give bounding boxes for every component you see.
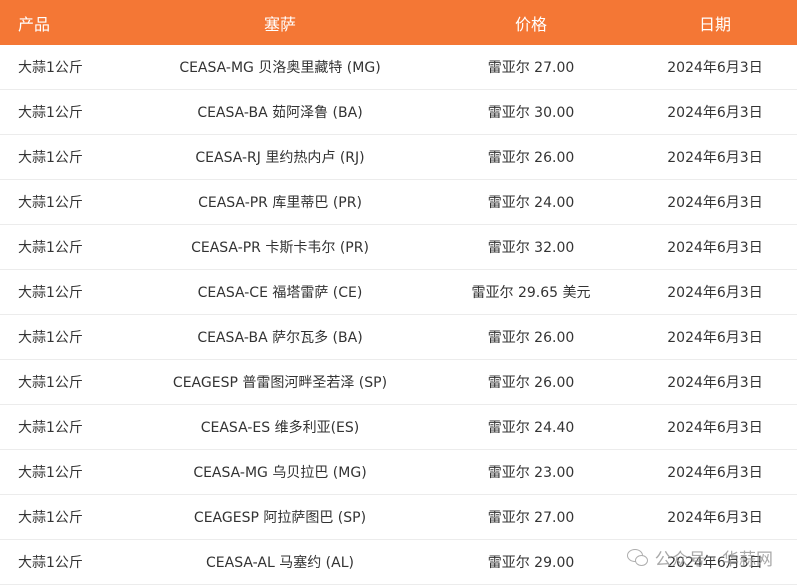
header-date: 日期 — [633, 0, 797, 45]
cell-price: 雷亚尔 26.00 — [429, 134, 633, 180]
watermark: 公众号 · 华蒜网 — [626, 545, 773, 570]
table-row: 大蒜1公斤 CEASA-BA 萨尔瓦多 (BA) 雷亚尔 26.00 2024年6月3… — [0, 314, 797, 360]
cell-product: 大蒜1公斤 — [0, 494, 131, 540]
table-row: 大蒜1公斤 CEAGESP 普雷图河畔圣若泽 (SP) 雷亚尔 26.00 2024年… — [0, 359, 797, 405]
header-row: 产品 塞萨 价格 日期 — [0, 0, 797, 45]
cell-product: 大蒜1公斤 — [0, 449, 131, 495]
cell-date: 2024年6月3日 — [633, 404, 797, 450]
table-row: 大蒜1公斤 CEASA-PR 库里蒂巴 (PR) 雷亚尔 24.00 2024年6月3… — [0, 179, 797, 225]
cell-ceasa: CEASA-BA 茹阿泽鲁 (BA) — [131, 89, 429, 135]
cell-ceasa: CEAGESP 普雷图河畔圣若泽 (SP) — [131, 359, 429, 405]
table-row: 大蒜1公斤 CEASA-MG 乌贝拉巴 (MG) 雷亚尔 23.00 2024年6月3… — [0, 449, 797, 495]
table-row: 大蒜1公斤 CEASA-MG 贝洛奥里藏特 (MG) 雷亚尔 27.00 2024年6… — [0, 45, 797, 90]
cell-price: 雷亚尔 24.40 — [429, 404, 633, 450]
header-product: 产品 — [0, 0, 131, 45]
cell-ceasa: CEASA-ES 维多利亚(ES) — [131, 404, 429, 450]
wechat-icon — [626, 548, 649, 567]
cell-price: 雷亚尔 26.00 — [429, 314, 633, 360]
cell-product: 大蒜1公斤 — [0, 314, 131, 360]
table-row: 大蒜1公斤 CEASA-RJ 里约热内卢 (RJ) 雷亚尔 26.00 2024年6月… — [0, 134, 797, 180]
cell-ceasa: CEASA-BA 萨尔瓦多 (BA) — [131, 314, 429, 360]
cell-product: 大蒜1公斤 — [0, 269, 131, 315]
cell-product: 大蒜1公斤 — [0, 179, 131, 225]
header-ceasa: 塞萨 — [131, 0, 429, 45]
cell-product: 大蒜1公斤 — [0, 359, 131, 405]
cell-date: 2024年6月3日 — [633, 134, 797, 180]
cell-ceasa: CEASA-CE 福塔雷萨 (CE) — [131, 269, 429, 315]
cell-date: 2024年6月3日 — [633, 269, 797, 315]
cell-ceasa: CEASA-AL 马塞约 (AL) — [131, 539, 429, 585]
cell-date: 2024年6月3日 — [633, 45, 797, 90]
cell-date: 2024年6月3日 — [633, 494, 797, 540]
cell-date: 2024年6月3日 — [633, 179, 797, 225]
watermark-text: 公众号 · 华蒜网 — [654, 550, 773, 570]
cell-price: 雷亚尔 32.00 — [429, 224, 633, 270]
cell-price: 雷亚尔 23.00 — [429, 449, 633, 495]
cell-price: 雷亚尔 24.00 — [429, 179, 633, 225]
cell-product: 大蒜1公斤 — [0, 539, 131, 585]
cell-date: 2024年6月3日 — [633, 224, 797, 270]
cell-product: 大蒜1公斤 — [0, 404, 131, 450]
cell-date: 2024年6月3日 — [633, 449, 797, 495]
cell-product: 大蒜1公斤 — [0, 89, 131, 135]
header-price: 价格 — [429, 0, 633, 45]
cell-price: 雷亚尔 27.00 — [429, 45, 633, 90]
table-row: 大蒜1公斤 CEASA-PR 卡斯卡韦尔 (PR) 雷亚尔 32.00 2024年6月… — [0, 224, 797, 270]
cell-ceasa: CEASA-PR 库里蒂巴 (PR) — [131, 179, 429, 225]
cell-ceasa: CEASA-RJ 里约热内卢 (RJ) — [131, 134, 429, 180]
price-table: 产品 塞萨 价格 日期 大蒜1公斤 CEASA-MG 贝洛奥里藏特 (MG) 雷亚尔… — [0, 0, 797, 585]
table-row: 大蒜1公斤 CEASA-BA 茹阿泽鲁 (BA) 雷亚尔 30.00 2024年6月3… — [0, 89, 797, 135]
cell-ceasa: CEASA-MG 乌贝拉巴 (MG) — [131, 449, 429, 495]
cell-date: 2024年6月3日 — [633, 314, 797, 360]
cell-ceasa: CEASA-PR 卡斯卡韦尔 (PR) — [131, 224, 429, 270]
table-row: 大蒜1公斤 CEASA-ES 维多利亚(ES) 雷亚尔 24.40 2024年6月3日 — [0, 404, 797, 450]
cell-price: 雷亚尔 26.00 — [429, 359, 633, 405]
cell-price: 雷亚尔 27.00 — [429, 494, 633, 540]
cell-price: 雷亚尔 29.00 — [429, 539, 633, 585]
cell-price: 雷亚尔 30.00 — [429, 89, 633, 135]
table-row: 大蒜1公斤 CEASA-CE 福塔雷萨 (CE) 雷亚尔 29.65 美元 2024年… — [0, 269, 797, 315]
cell-date: 2024年6月3日 — [633, 89, 797, 135]
cell-ceasa: CEASA-MG 贝洛奥里藏特 (MG) — [131, 45, 429, 90]
cell-product: 大蒜1公斤 — [0, 224, 131, 270]
cell-product: 大蒜1公斤 — [0, 134, 131, 180]
cell-product: 大蒜1公斤 — [0, 45, 131, 90]
table-row: 大蒜1公斤 CEAGESP 阿拉萨图巴 (SP) 雷亚尔 27.00 2024年6月3… — [0, 494, 797, 540]
table-header: 产品 塞萨 价格 日期 — [0, 0, 797, 45]
cell-ceasa: CEAGESP 阿拉萨图巴 (SP) — [131, 494, 429, 540]
cell-price: 雷亚尔 29.65 美元 — [429, 269, 633, 315]
table-body: 大蒜1公斤 CEASA-MG 贝洛奥里藏特 (MG) 雷亚尔 27.00 2024年6… — [0, 45, 797, 585]
cell-date: 2024年6月3日 — [633, 359, 797, 405]
